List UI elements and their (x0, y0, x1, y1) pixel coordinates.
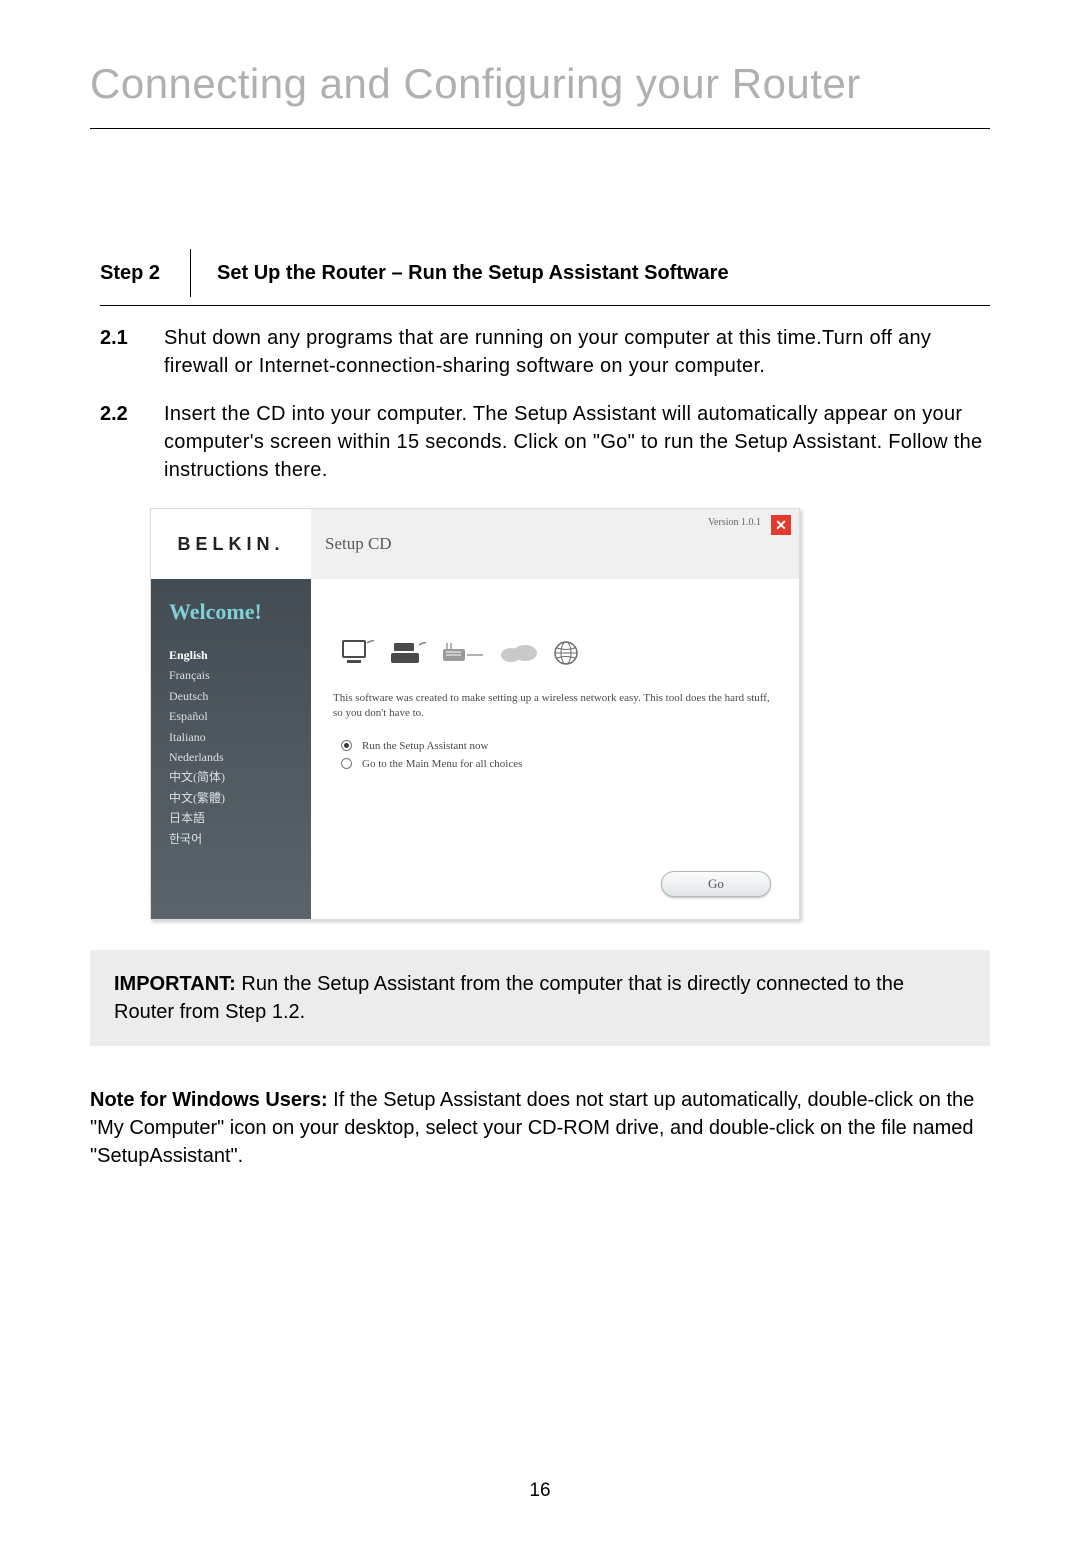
cloud-icon (499, 642, 539, 664)
language-item-japanese[interactable]: 日本語 (169, 808, 311, 828)
language-item-zh-simplified[interactable]: 中文(简体) (169, 767, 311, 787)
radio-run-setup[interactable]: Run the Setup Assistant now (341, 740, 779, 752)
step-number: 2.2 (100, 400, 136, 484)
close-button[interactable]: ✕ (771, 515, 791, 535)
go-button[interactable]: Go (661, 871, 771, 897)
step-header: Step 2 Set Up the Router – Run the Setup… (100, 249, 990, 306)
version-label: Version 1.0.1 (708, 517, 761, 528)
radio-icon (341, 740, 352, 751)
language-item-francais[interactable]: Français (169, 665, 311, 685)
modem-icon (441, 641, 485, 665)
window-title: Setup CD (325, 534, 392, 554)
globe-icon (553, 640, 579, 666)
language-item-english[interactable]: English (169, 645, 311, 665)
page-number: 16 (0, 1480, 1080, 1502)
router-icon (389, 639, 427, 667)
important-label: IMPORTANT: (114, 973, 236, 995)
important-note: IMPORTANT: Run the Setup Assistant from … (90, 950, 990, 1046)
language-item-espanol[interactable]: Español (169, 706, 311, 726)
language-item-italiano[interactable]: Italiano (169, 727, 311, 747)
step-text: Shut down any programs that are running … (164, 324, 990, 380)
language-item-deutsch[interactable]: Deutsch (169, 686, 311, 706)
language-list: English Français Deutsch Español Italian… (169, 645, 311, 849)
step-text: Insert the CD into your computer. The Se… (164, 400, 990, 484)
step-item: 2.1 Shut down any programs that are runn… (100, 324, 990, 380)
sidebar: Welcome! English Français Deutsch Españo… (151, 579, 311, 919)
radio-label: Go to the Main Menu for all choices (362, 758, 522, 770)
welcome-heading: Welcome! (169, 599, 311, 625)
windows-note: Note for Windows Users: If the Setup Ass… (90, 1086, 990, 1170)
radio-main-menu[interactable]: Go to the Main Menu for all choices (341, 758, 779, 770)
computer-icon (341, 639, 375, 667)
language-item-nederlands[interactable]: Nederlands (169, 747, 311, 767)
note-label: Note for Windows Users: (90, 1089, 328, 1111)
radio-label: Run the Setup Assistant now (362, 740, 489, 752)
main-panel: This software was created to make settin… (311, 579, 799, 919)
language-item-korean[interactable]: 한국어 (169, 829, 311, 849)
radio-icon (341, 758, 352, 769)
diagram-icons (341, 639, 779, 667)
step-title: Set Up the Router – Run the Setup Assist… (191, 262, 729, 285)
page-title: Connecting and Configuring your Router (90, 60, 990, 129)
language-item-zh-traditional[interactable]: 中文(繁體) (169, 788, 311, 808)
step-label: Step 2 (100, 249, 191, 297)
setup-assistant-window: BELKIN. Setup CD Version 1.0.1 ✕ Welcome… (150, 508, 800, 920)
intro-text: This software was created to make settin… (333, 691, 779, 722)
step-item: 2.2 Insert the CD into your computer. Th… (100, 400, 990, 484)
step-number: 2.1 (100, 324, 136, 380)
brand-logo: BELKIN. (178, 534, 285, 555)
